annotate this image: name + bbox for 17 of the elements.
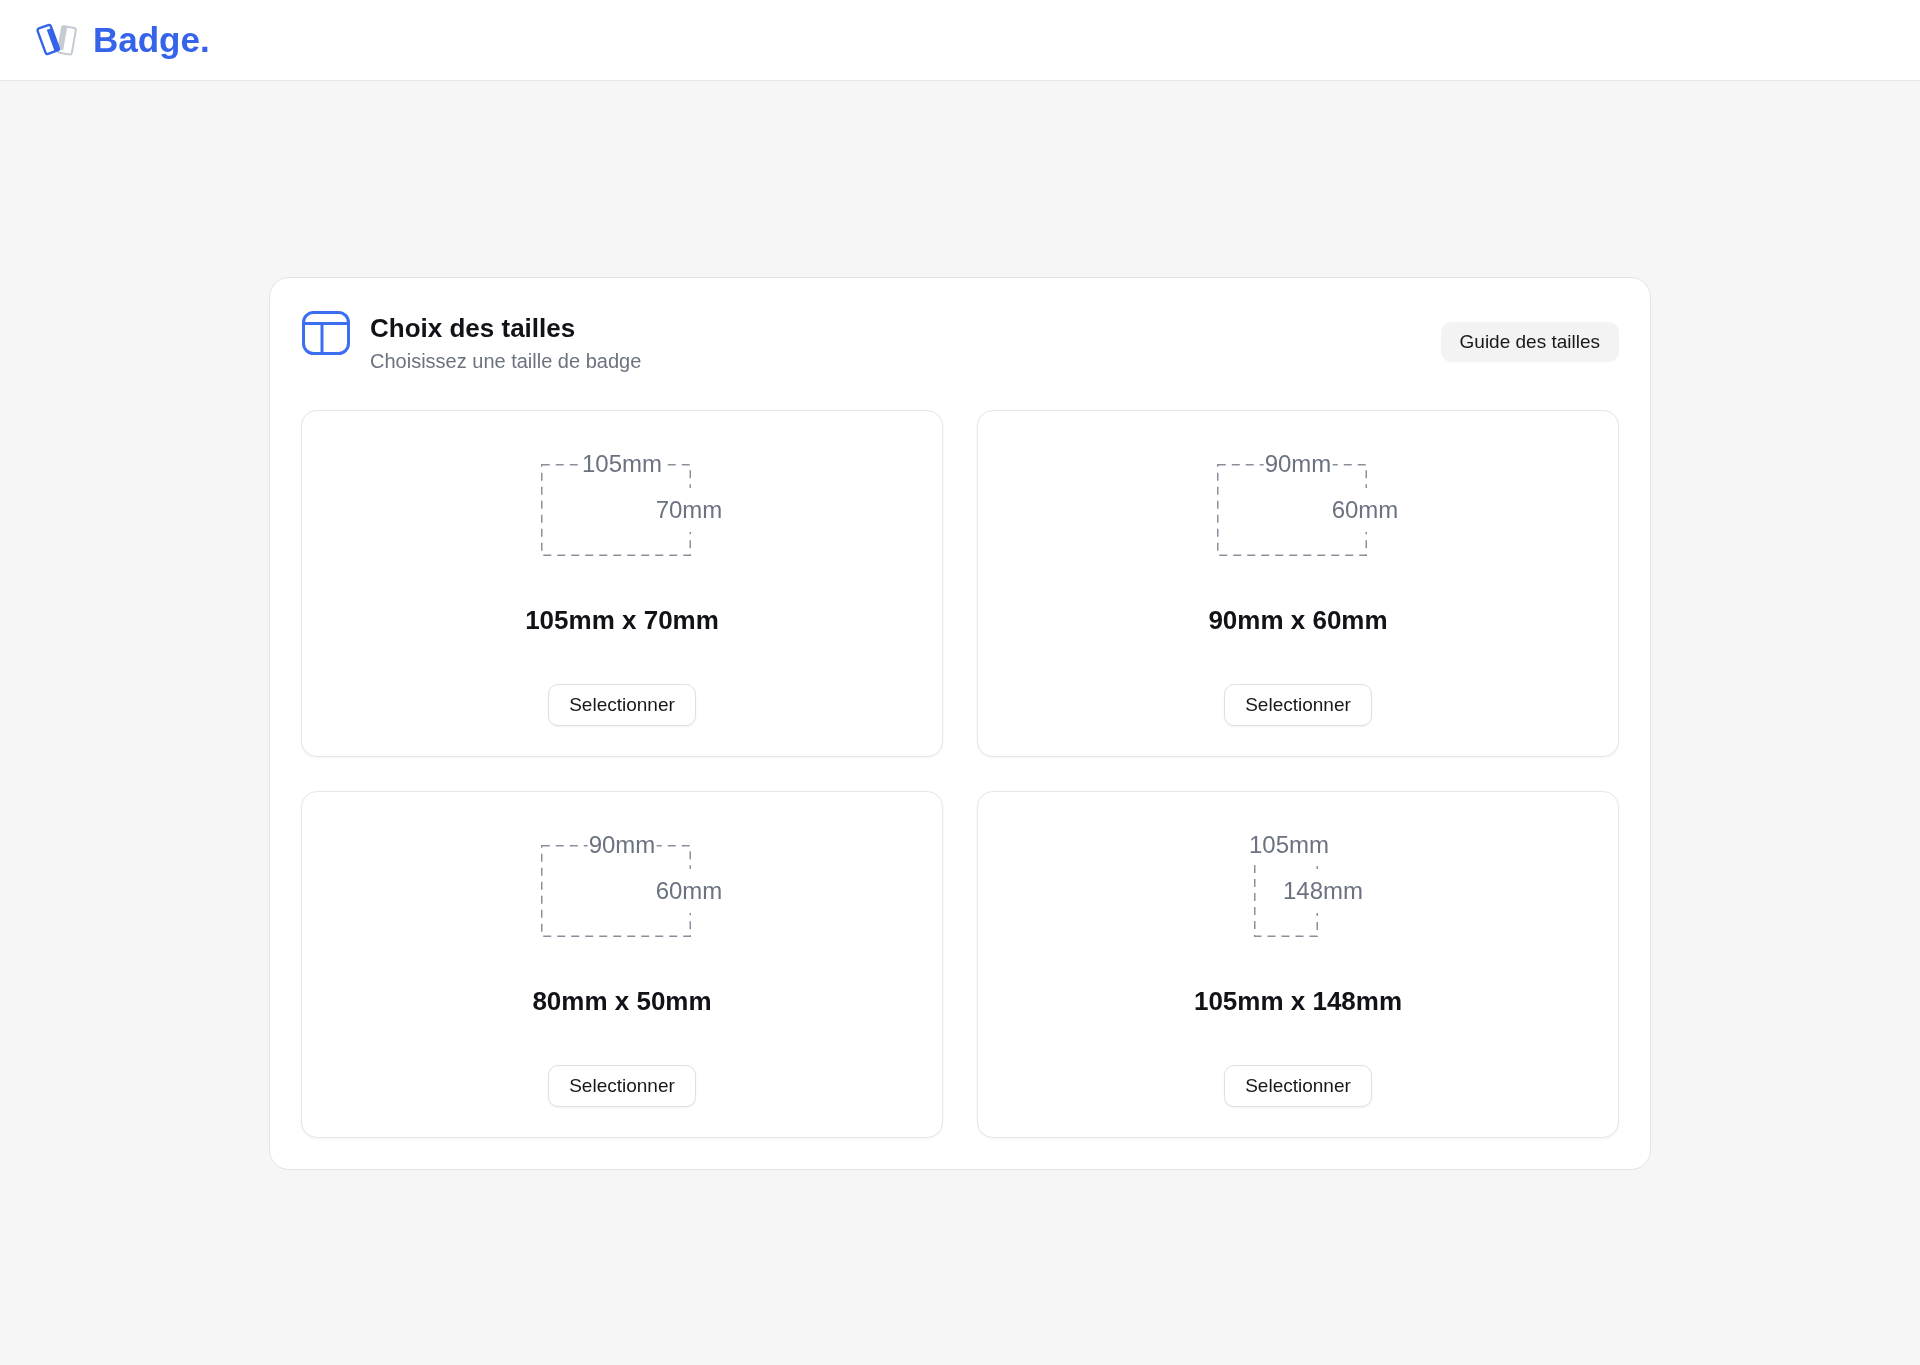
select-button[interactable]: Selectionner xyxy=(548,684,696,726)
panel-title: Choix des tailles xyxy=(370,313,577,343)
size-title: 105mm x 148mm xyxy=(1193,985,1403,1017)
panel-subtitle: Choisissez une taille de badge xyxy=(370,349,642,373)
size-title: 80mm x 50mm xyxy=(532,985,712,1017)
select-button[interactable]: Selectionner xyxy=(1224,684,1372,726)
size-title: 105mm x 70mm xyxy=(525,604,719,636)
logo-text: Badge. xyxy=(93,20,210,60)
height-label: 148mm xyxy=(1282,869,1364,913)
size-title: 90mm x 60mm xyxy=(1208,604,1388,636)
height-label: 60mm xyxy=(654,869,724,913)
height-label: 70mm xyxy=(654,488,724,532)
select-button[interactable]: Selectionner xyxy=(1224,1065,1372,1107)
height-label: 60mm xyxy=(1330,488,1400,532)
select-button[interactable]: Selectionner xyxy=(548,1065,696,1107)
guide-button[interactable]: Guide des tailles xyxy=(1440,322,1619,362)
layout-panels-icon xyxy=(302,311,350,355)
